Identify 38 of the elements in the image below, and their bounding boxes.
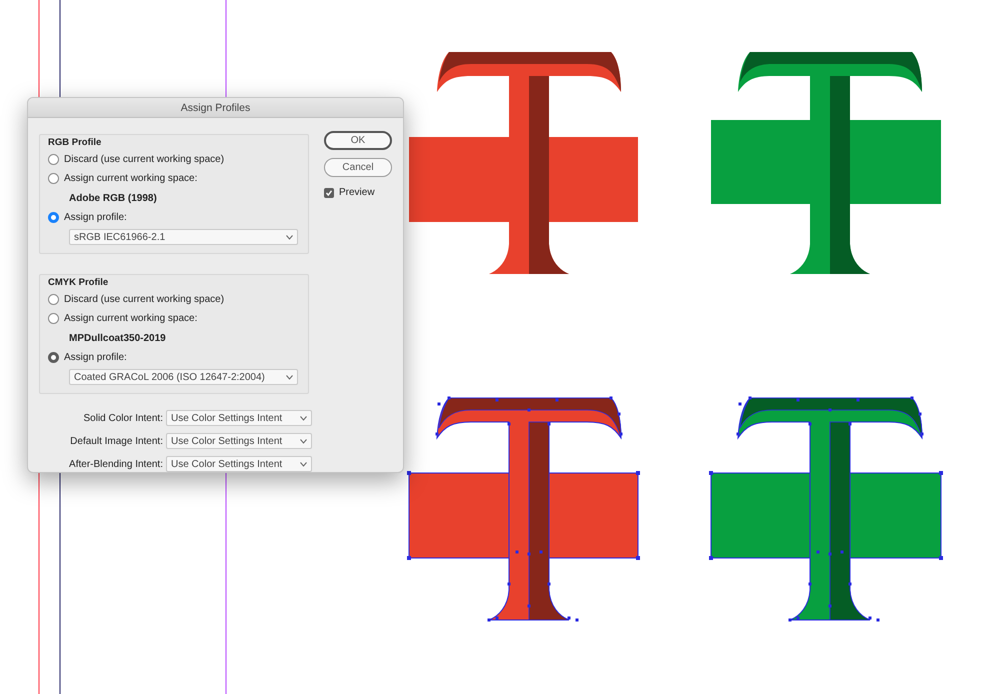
chevron-icon <box>300 438 307 444</box>
chevron-icon <box>300 462 307 466</box>
intent-label: Solid Color Intent: <box>84 412 163 426</box>
radio-circle[interactable] <box>48 294 59 305</box>
artwork-drawing[interactable] <box>711 52 941 274</box>
ok-button[interactable]: OK <box>324 131 392 150</box>
artwork-drawing[interactable] <box>407 396 640 622</box>
profile-dropdown[interactable]: sRGB IEC61966-2.1 <box>69 229 298 245</box>
intent-label: Default Image Intent: <box>70 434 163 448</box>
profile-dropdown[interactable]: Coated GRACoL 2006 (ISO 12647-2:2004) <box>69 369 298 385</box>
intent-dropdown[interactable]: Use Color Settings Intent <box>166 456 312 472</box>
radio-circle[interactable] <box>48 212 59 223</box>
radio-option[interactable]: Assign profile: <box>48 208 300 227</box>
intent-dropdown[interactable]: Use Color Settings Intent <box>166 433 312 449</box>
radio-circle[interactable] <box>48 313 59 324</box>
radio-option[interactable]: Discard (use current working space) <box>48 290 300 309</box>
checkbox-box[interactable] <box>324 188 334 198</box>
radio-option[interactable]: Assign current working space: <box>48 169 300 188</box>
cancel-button[interactable]: Cancel <box>324 158 392 177</box>
profile-name: Adobe RGB (1998) <box>68 192 157 206</box>
window-title: Assign Profiles <box>28 98 403 118</box>
radio-circle[interactable] <box>48 154 59 165</box>
radio-option[interactable]: Assign current working space: <box>48 309 300 328</box>
artwork-drawing[interactable] <box>409 52 638 274</box>
radio-circle[interactable] <box>48 352 59 363</box>
intent-label: After-Blending Intent: <box>69 458 163 472</box>
radio-circle[interactable] <box>48 173 59 184</box>
chevron-icon <box>300 416 307 420</box>
intent-dropdown[interactable]: Use Color Settings Intent <box>166 410 312 426</box>
profile-name: MPDullcoat350-2019 <box>68 332 166 346</box>
radio-option[interactable]: Discard (use current working space) <box>48 150 300 169</box>
group-legend: RGB Profile <box>48 137 102 149</box>
chevron-icon <box>286 374 293 380</box>
chevron-icon <box>286 234 293 240</box>
artwork-drawing[interactable] <box>709 396 943 622</box>
radio-option[interactable]: Assign profile: <box>48 348 300 367</box>
group-legend: CMYK Profile <box>48 277 108 289</box>
preview-checkbox[interactable]: Preview <box>324 185 392 200</box>
